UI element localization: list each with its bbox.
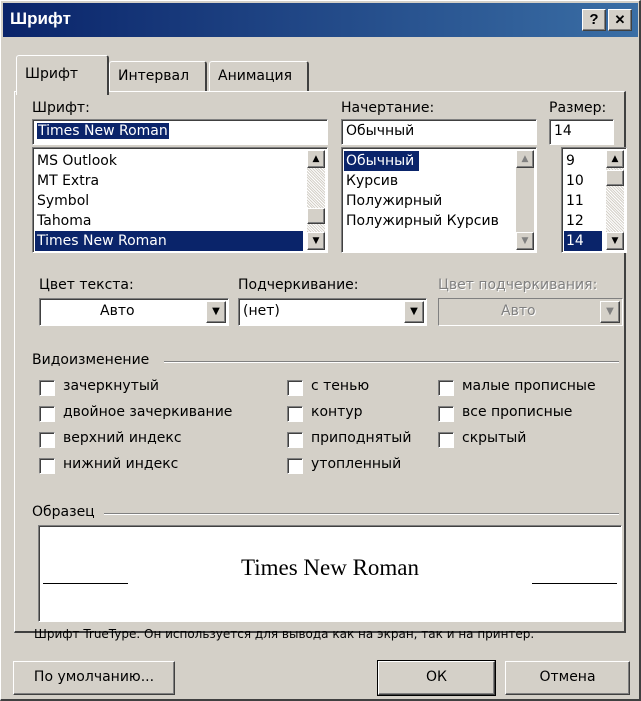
underline-select[interactable]: (нет) ▼ xyxy=(238,298,427,326)
text-color-label: Цвет текста: xyxy=(39,277,134,293)
preview-right-rule xyxy=(532,583,617,584)
chevron-down-icon[interactable]: ▼ xyxy=(206,301,226,323)
all-caps-label: все прописные xyxy=(462,404,573,420)
style-list[interactable]: Обычный Курсив Полужирный Полужирный Кур… xyxy=(341,147,537,253)
underline-color-label: Цвет подчеркивания: xyxy=(438,277,598,293)
scroll-down-icon: ▼ xyxy=(516,232,534,250)
scroll-up-icon[interactable]: ▲ xyxy=(307,150,325,168)
tab-font-label: Шрифт xyxy=(25,66,79,82)
close-button[interactable]: ✕ xyxy=(608,9,632,31)
chevron-down-icon[interactable]: ▼ xyxy=(404,301,424,323)
size-list-item[interactable]: 10 xyxy=(564,171,584,191)
tab-spacing-label: Интервал xyxy=(118,68,190,84)
shadow-label: с тенью xyxy=(311,378,370,394)
size-list-item[interactable]: 9 xyxy=(564,151,575,171)
underline-color-select: Авто ▼ xyxy=(438,298,623,326)
size-list-scrollbar[interactable]: ▲ ▼ xyxy=(606,150,624,250)
emboss-checkbox[interactable] xyxy=(287,432,303,448)
text-color-select[interactable]: Авто ▼ xyxy=(39,298,229,326)
scroll-down-icon[interactable]: ▼ xyxy=(606,232,624,250)
double-strikethrough-checkbox[interactable] xyxy=(39,406,55,422)
hidden-label: скрытый xyxy=(462,430,527,446)
outline-label: контур xyxy=(311,404,363,420)
preview-label: Образец xyxy=(32,504,95,520)
font-input[interactable]: Times New Roman xyxy=(32,119,328,145)
tab-animation[interactable]: Анимация xyxy=(209,61,309,92)
tab-spacing[interactable]: Интервал xyxy=(109,61,207,92)
tab-animation-label: Анимация xyxy=(218,68,293,84)
preview-left-rule xyxy=(43,583,128,584)
tab-font[interactable]: Шрифт xyxy=(16,55,109,95)
scroll-thumb[interactable] xyxy=(307,208,325,224)
font-list-item[interactable]: MS Outlook xyxy=(35,151,117,171)
small-caps-label: малые прописные xyxy=(462,378,596,394)
underline-label: Подчеркивание: xyxy=(238,277,359,293)
size-input[interactable]: 14 xyxy=(549,119,614,145)
preview-divider xyxy=(104,513,619,515)
small-caps-checkbox[interactable] xyxy=(438,380,454,396)
preview-sample-text: Times New Roman xyxy=(240,555,420,580)
size-list[interactable]: 9 10 11 12 14 ▲ ▼ xyxy=(561,147,627,253)
font-dialog: Шрифт ? ✕ Шрифт Интервал Анимация Шрифт:… xyxy=(0,0,641,701)
text-color-value: Авто xyxy=(100,303,135,319)
superscript-checkbox[interactable] xyxy=(39,432,55,448)
double-strikethrough-label: двойное зачеркивание xyxy=(63,404,233,420)
font-list-item[interactable]: Tahoma xyxy=(35,211,91,231)
subscript-checkbox[interactable] xyxy=(39,458,55,474)
engrave-checkbox[interactable] xyxy=(287,458,303,474)
style-list-item-selected[interactable]: Обычный xyxy=(344,151,419,171)
style-list-item[interactable]: Полужирный xyxy=(344,191,442,211)
subscript-label: нижний индекс xyxy=(63,456,179,472)
font-list[interactable]: MS Outlook MT Extra Symbol Tahoma Times … xyxy=(32,147,328,253)
underline-color-value: Авто xyxy=(501,303,536,319)
size-list-item[interactable]: 11 xyxy=(564,191,584,211)
underline-value: (нет) xyxy=(243,303,280,319)
size-list-item-selected[interactable]: 14 xyxy=(564,231,602,251)
preview-box: Times New Roman xyxy=(38,525,622,622)
outline-checkbox[interactable] xyxy=(287,406,303,422)
superscript-label: верхний индекс xyxy=(63,430,182,446)
set-default-button[interactable]: По умолчанию... xyxy=(13,661,175,695)
style-list-scrollbar: ▲ ▼ xyxy=(516,150,534,250)
window-title: Шрифт xyxy=(10,9,71,28)
ok-button[interactable]: ОК xyxy=(377,660,496,696)
strikethrough-label: зачеркнутый xyxy=(63,378,159,394)
engrave-label: утопленный xyxy=(311,456,402,472)
scroll-up-icon[interactable]: ▲ xyxy=(606,150,624,168)
font-list-item-selected[interactable]: Times New Roman xyxy=(35,231,303,251)
cancel-button[interactable]: Отмена xyxy=(505,661,630,695)
font-list-item[interactable]: Symbol xyxy=(35,191,89,211)
title-bar[interactable]: Шрифт ? ✕ xyxy=(3,3,638,37)
font-label: Шрифт: xyxy=(32,100,90,116)
all-caps-checkbox[interactable] xyxy=(438,406,454,422)
hidden-checkbox[interactable] xyxy=(438,432,454,448)
font-list-scrollbar[interactable]: ▲ ▼ xyxy=(307,150,325,250)
size-list-item[interactable]: 12 xyxy=(564,211,584,231)
scroll-down-icon[interactable]: ▼ xyxy=(307,232,325,250)
font-input-value: Times New Roman xyxy=(37,123,169,139)
help-button[interactable]: ? xyxy=(582,9,606,31)
style-label: Начертание: xyxy=(341,100,435,116)
style-list-item[interactable]: Курсив xyxy=(344,171,398,191)
strikethrough-checkbox[interactable] xyxy=(39,380,55,396)
preview-description: Шрифт TrueType. Он используется для выво… xyxy=(34,627,535,641)
font-list-item[interactable]: MT Extra xyxy=(35,171,99,191)
scroll-up-icon: ▲ xyxy=(516,150,534,168)
emboss-label: приподнятый xyxy=(311,430,412,446)
size-label: Размер: xyxy=(549,100,607,116)
chevron-down-icon: ▼ xyxy=(600,301,620,323)
scroll-thumb[interactable] xyxy=(606,170,624,186)
shadow-checkbox[interactable] xyxy=(287,380,303,396)
effects-divider xyxy=(164,361,619,363)
effects-label: Видоизменение xyxy=(32,352,150,368)
style-input[interactable]: Обычный xyxy=(341,119,537,145)
style-list-item[interactable]: Полужирный Курсив xyxy=(344,211,499,231)
